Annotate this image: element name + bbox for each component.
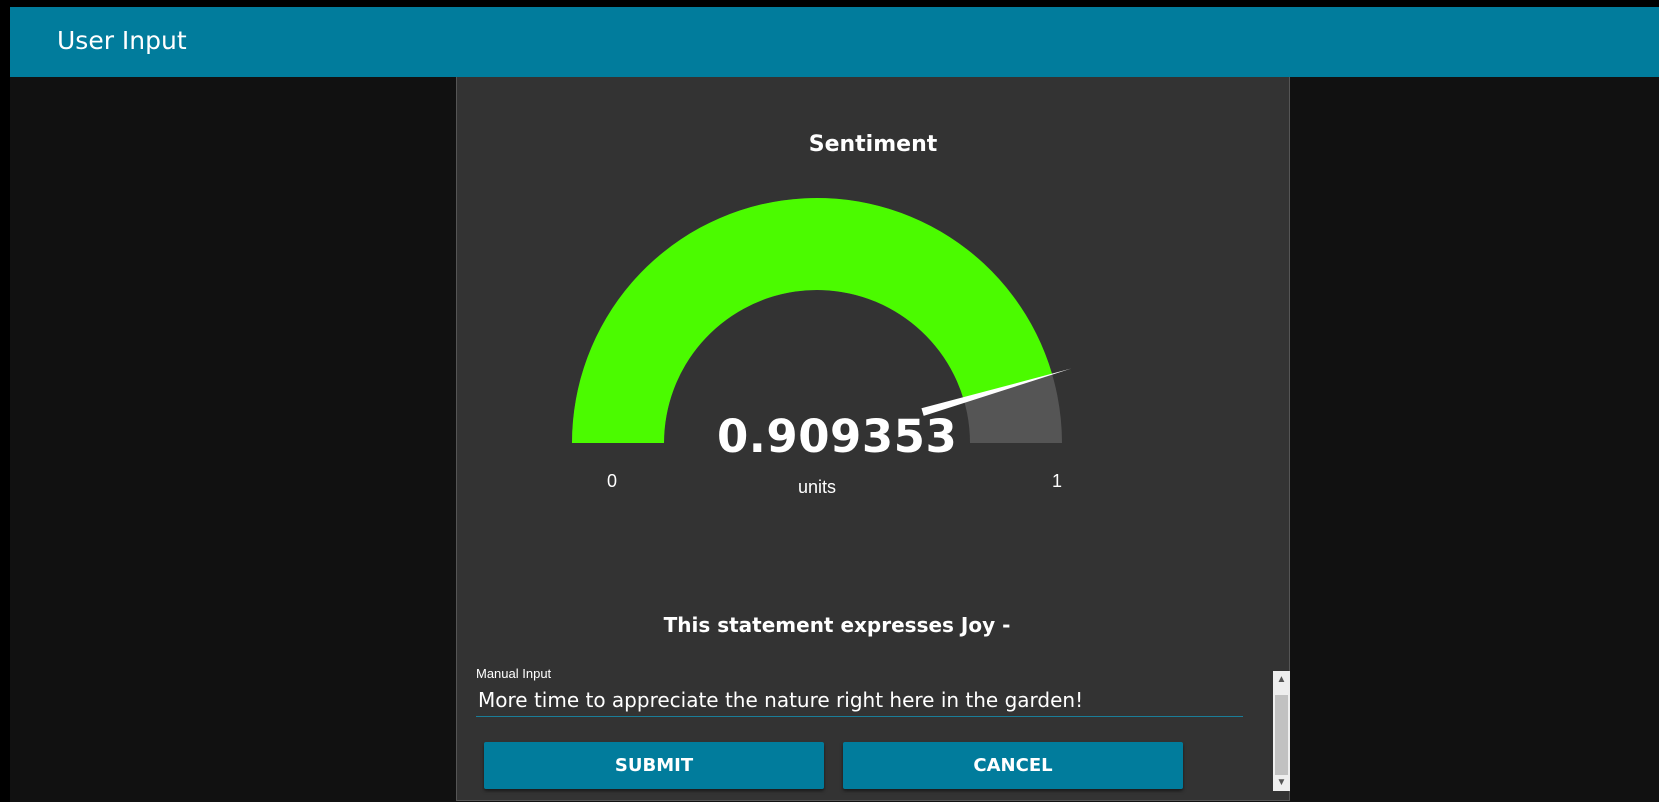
sentiment-gauge — [572, 198, 1072, 443]
dashboard-app: User Input Sentiment 0.909353 units 0 1 … — [10, 7, 1659, 802]
sentiment-card: Sentiment 0.909353 units 0 1 This statem… — [456, 77, 1290, 801]
top-bar: User Input — [10, 7, 1659, 77]
gauge-min-label: 0 — [607, 471, 618, 491]
gauge-max-label: 1 — [1052, 471, 1063, 491]
submit-button[interactable]: SUBMIT — [484, 742, 824, 789]
scroll-up-arrow-icon[interactable]: ▲ — [1273, 671, 1290, 688]
cancel-button[interactable]: CANCEL — [843, 742, 1183, 789]
scrollbar[interactable]: ▲ ▼ — [1273, 671, 1290, 791]
scrollbar-thumb[interactable] — [1275, 695, 1288, 775]
gauge-units: units — [797, 477, 837, 497]
page-title: User Input — [57, 26, 187, 55]
scroll-down-arrow-icon[interactable]: ▼ — [1273, 774, 1290, 791]
sentiment-statement: This statement expresses Joy - — [663, 613, 1011, 637]
gauge-value: 0.909353 — [717, 410, 958, 463]
manual-input-field[interactable] — [476, 683, 1243, 717]
manual-input-label: Manual Input — [476, 666, 552, 681]
